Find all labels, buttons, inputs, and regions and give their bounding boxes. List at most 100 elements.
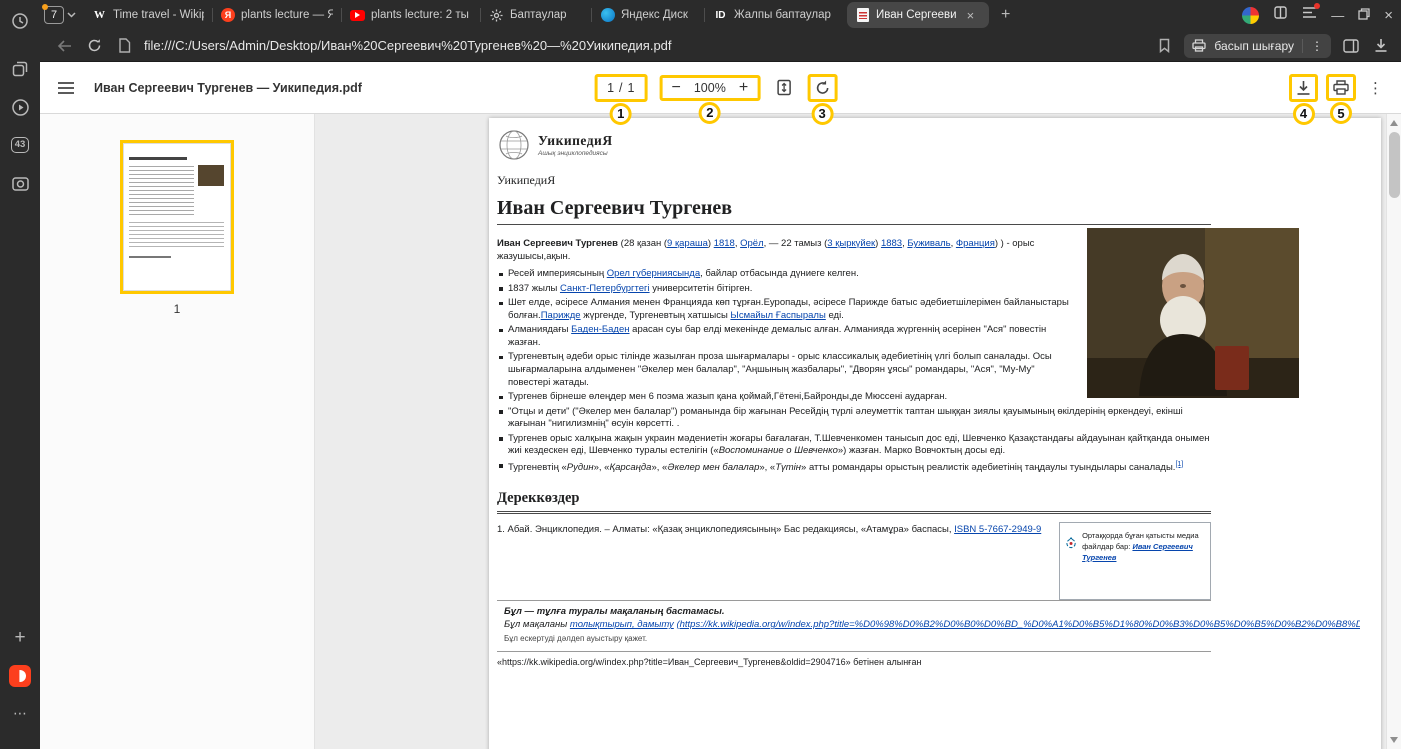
commons-logo-icon [1066,530,1076,556]
yandex-messenger-icon[interactable] [7,663,33,689]
tab-label: Time travel - Wikip [113,9,204,21]
screenshot-icon[interactable] [7,170,33,196]
divider [497,600,1211,601]
total-pages: 1 [628,81,635,95]
tab-yandex-disk[interactable]: Яндекс Диск [592,2,704,28]
tab-turgenev-pdf[interactable]: Иван Сергееви × [847,2,989,28]
url-text[interactable]: file:///C:/Users/Admin/Desktop/Иван%20Се… [144,38,1144,53]
vertical-scrollbar[interactable] [1386,114,1401,749]
pdf-document-title: Иван Сергеевич Тургенев — Уикипедия.pdf [94,81,362,95]
print-bar-label: басып шығару [1214,39,1294,53]
fit-page-button[interactable] [772,75,795,100]
history-icon[interactable] [7,8,33,34]
page-thumbnail[interactable] [123,143,231,291]
article-bullet: Тургеневтың әдеби орыс тілінде жазылған … [497,351,1211,389]
tab-count-value: 7 [44,6,64,24]
stub-line-3: Бұл ескертуді дәлдеп ауыстыру қажет. [504,634,1360,645]
print-bar[interactable]: басып шығару ⋮ [1184,34,1331,58]
reading-speed-badge[interactable]: 43 [7,132,33,158]
article-bullet: Ресей империясының Орел губерниясында, б… [497,268,1211,281]
more-sidebar-icon[interactable]: ⋯ [7,701,33,727]
article-bullet: 1837 жылы Санкт-Петербургтегі университе… [497,283,1211,296]
more-options-button[interactable]: ⋮ [1364,75,1387,101]
scroll-down-arrow[interactable] [1390,737,1398,743]
tab-close-icon[interactable]: × [967,8,975,23]
tabs-panel-icon[interactable] [7,56,33,82]
rotate-button[interactable] [807,74,837,102]
wikipedia-wordmark: УикипедиЯ [538,132,613,150]
rotate-highlight: 3 [807,74,837,102]
article-bullet: Алманиядағы Баден-Баден арасан суы бар е… [497,324,1211,349]
print-button[interactable] [1326,74,1356,101]
callout-1: 1 [610,103,632,125]
stub-line-2: Бұл мақаланы толықтырып, дамыту (https:/… [504,619,1360,632]
zoom-controls-highlight: − 100% + 2 [659,75,760,101]
scrollbar-thumb[interactable] [1389,132,1400,198]
side-panels-icon[interactable] [1341,36,1361,56]
pdf-page: УикипедиЯ Ашық энциклопедиясы УикипедиЯ … [489,118,1381,749]
zoom-out-button[interactable]: − [671,80,680,96]
tab-plants-lecture-video[interactable]: plants lecture: 2 ты [342,2,480,28]
reload-icon[interactable] [84,36,104,56]
zoom-level: 100% [694,81,726,95]
tab-settings[interactable]: Баптаулар [481,2,591,28]
tab-label: Яндекс Диск [621,9,688,21]
page-icon[interactable] [114,36,134,56]
thumbnail-footer-line [129,256,171,258]
back-icon[interactable] [54,36,74,56]
profile-avatar[interactable] [1242,7,1259,24]
wikipedia-logo: УикипедиЯ Ашық энциклопедиясы [497,126,1211,164]
pdf-menu-button[interactable] [54,78,78,98]
bookmark-flag-icon[interactable] [1154,36,1174,56]
download-highlight: 4 [1289,74,1318,102]
download-page-icon[interactable] [1371,36,1391,56]
gear-icon [489,8,504,23]
thumbnail-page-number: 1 [40,302,314,316]
article-bullet: Шет елде, әсіресе Алмания менен Францияд… [497,297,1211,322]
pdf-viewer: Иван Сергеевич Тургенев — Уикипедия.pdf … [40,62,1401,749]
printer-icon [1192,39,1206,52]
tab-general-settings[interactable]: ID Жалпы баптаулар [705,2,845,28]
download-button[interactable] [1289,74,1318,102]
stub-notice: Бұл — тұлға туралы мақаланың бастамасы. … [497,606,1211,645]
tab-time-travel[interactable]: W Time travel - Wikip [84,2,212,28]
callout-4: 4 [1293,103,1315,125]
yandex-icon: Я [221,8,235,22]
tab-label: Жалпы баптаулар [734,9,831,21]
youtube-icon [350,8,365,23]
article-bullet: "Отцы и дети" ("Әкелер мен балалар") ром… [497,406,1211,431]
restore-button[interactable] [1358,8,1370,23]
thumbnail-text-lines [129,166,194,216]
new-tab-button[interactable]: + [991,6,1020,24]
tab-plants-lecture-search[interactable]: Я plants lecture — Я [213,2,341,28]
article-bullet-list: Ресей империясының Орел губерниясында, б… [497,268,1211,474]
zoom-controls: − 100% + [659,75,760,101]
thumbnail-text-lines [129,222,224,250]
site-name-line: УикипедиЯ [497,173,1211,189]
divider [497,651,1211,652]
article-title: Иван Сергеевич Тургенев [497,195,1211,225]
page-counter[interactable]: 1 / 1 [594,74,647,102]
yandex-disk-icon [600,8,615,23]
zoom-in-button[interactable]: + [739,80,748,96]
callout-5: 5 [1330,102,1352,124]
downloads-icon[interactable] [1302,6,1317,24]
print-bar-more-icon[interactable]: ⋮ [1311,39,1323,53]
commons-box: Ортаққорда бұған қатысты медиа файлдар б… [1059,522,1211,600]
close-button[interactable]: × [1384,7,1393,24]
tab-label: plants lecture — Я [241,9,333,21]
current-page[interactable]: 1 [607,81,614,95]
wikipedia-icon: W [92,8,107,23]
popout-icon[interactable] [1273,5,1288,25]
tab-counter[interactable]: 7 [44,6,76,24]
notification-dot [1314,3,1320,9]
tab-label: plants lecture: 2 ты [371,9,469,21]
thumbnail-preview [129,157,187,160]
pdf-viewer-body: 1 [40,114,1401,749]
scroll-up-arrow[interactable] [1390,120,1398,126]
video-player-icon[interactable] [7,94,33,120]
sources-heading: Дереккөздер [497,489,1211,513]
page-separator: / [619,81,622,95]
add-panel-icon[interactable]: + [7,625,33,651]
minimize-button[interactable]: — [1331,8,1344,23]
